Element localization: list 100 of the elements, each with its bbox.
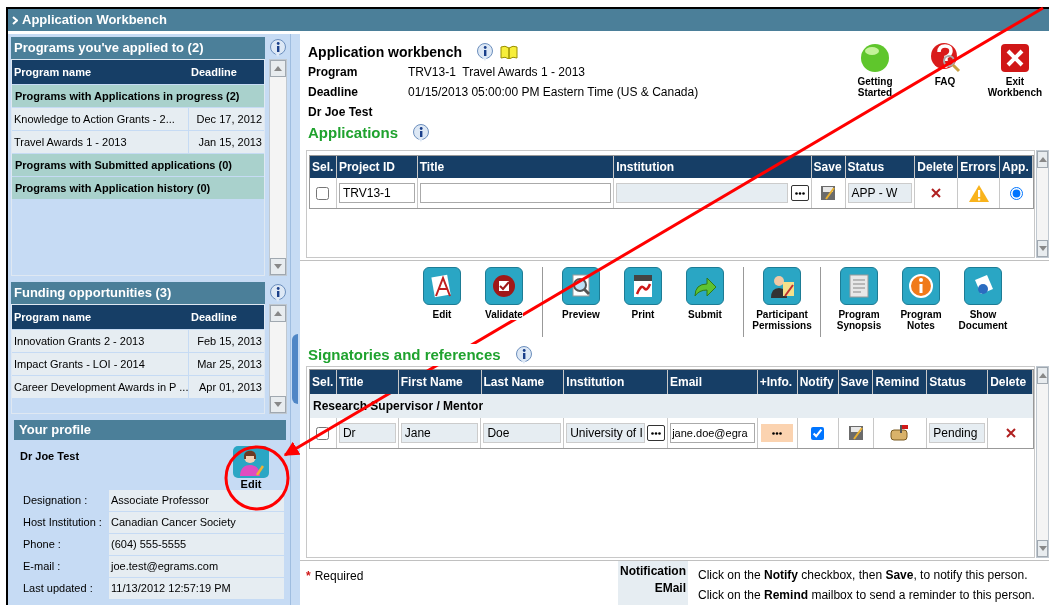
instruction-text: Click on the Remind mailbox to send a reminder to this person. bbox=[698, 587, 1035, 604]
submit-button[interactable]: Submit bbox=[675, 267, 735, 344]
scroll-down-button[interactable] bbox=[270, 258, 286, 275]
column-header[interactable]: Deadline bbox=[189, 63, 264, 81]
select-checkbox[interactable] bbox=[316, 186, 330, 200]
notification-label: Notification EMail bbox=[618, 561, 688, 605]
column-header: Delete bbox=[915, 156, 959, 178]
column-header: Remind bbox=[873, 370, 928, 394]
field-label: Designation : bbox=[23, 493, 89, 509]
more-button[interactable] bbox=[790, 185, 809, 201]
program-name-cell[interactable]: Travel Awards 1 - 2013 bbox=[12, 131, 189, 153]
down-arrow-icon bbox=[274, 402, 282, 407]
permissions-button[interactable]: Participant Permissions bbox=[752, 267, 812, 344]
info-icon[interactable] bbox=[269, 284, 287, 302]
institution-field[interactable]: University of I bbox=[566, 423, 646, 443]
deadline-cell: Dec 17, 2012 bbox=[189, 108, 264, 130]
column-header: Title bbox=[336, 370, 399, 394]
preview-button[interactable]: Preview bbox=[551, 267, 611, 344]
scrollbar[interactable] bbox=[1036, 150, 1049, 258]
question-magnifier-icon bbox=[929, 42, 961, 74]
program-name-cell[interactable]: Innovation Grants 2 - 2013 bbox=[12, 330, 189, 352]
field-value: TRV13-1 Travel Awards 1 - 2013 bbox=[408, 64, 585, 81]
notes-button[interactable]: Program Notes bbox=[891, 267, 951, 344]
getting-started-button[interactable]: Getting Started bbox=[845, 42, 905, 98]
group-row: Research Supervisor / Mentor bbox=[310, 394, 1033, 418]
deadline-cell: Feb 15, 2013 bbox=[189, 330, 264, 352]
column-header: +Info. bbox=[757, 370, 798, 394]
scroll-down-button[interactable] bbox=[1037, 240, 1048, 257]
notify-checkbox[interactable] bbox=[811, 426, 825, 440]
field-value: Canadian Cancer Society bbox=[109, 512, 284, 533]
mailbox-icon[interactable] bbox=[888, 424, 911, 442]
field-value: 01/15/2013 05:00:00 PM Eastern Time (US & Canada) bbox=[408, 84, 699, 101]
group-row[interactable]: Programs with Submitted applications (0) bbox=[12, 153, 264, 176]
scrollbar[interactable] bbox=[269, 304, 287, 414]
column-header: Status bbox=[845, 156, 916, 178]
column-header[interactable]: Program name bbox=[12, 308, 189, 326]
group-row[interactable]: Programs with Applications in progress (2) bbox=[12, 84, 264, 107]
group-row[interactable]: Programs with Application history (0) bbox=[12, 176, 264, 199]
close-icon bbox=[999, 42, 1031, 74]
up-arrow-icon bbox=[1038, 157, 1047, 162]
info-icon[interactable] bbox=[412, 124, 430, 142]
institution-field[interactable] bbox=[616, 183, 788, 203]
column-header: Save bbox=[811, 156, 846, 178]
field-label: Host Institution : bbox=[23, 515, 103, 531]
select-checkbox[interactable] bbox=[316, 426, 330, 440]
column-header: Errors bbox=[958, 156, 1001, 178]
ellipsis-icon bbox=[651, 431, 662, 435]
down-arrow-icon bbox=[1038, 546, 1047, 551]
synopsis-button[interactable]: Program Synopsis bbox=[829, 267, 889, 344]
delete-icon[interactable] bbox=[931, 188, 942, 198]
column-header: Notify bbox=[797, 370, 839, 394]
field-value: (604) 555-5555 bbox=[109, 534, 284, 555]
title-field[interactable] bbox=[419, 183, 612, 203]
column-header: Project ID bbox=[336, 156, 418, 178]
field-label: E-mail : bbox=[23, 559, 62, 575]
down-arrow-icon bbox=[1038, 246, 1047, 251]
panel-header: Funding opportunities (3) bbox=[11, 282, 265, 304]
required-mark: * bbox=[306, 568, 311, 585]
validate-button[interactable]: Validate bbox=[474, 267, 534, 344]
program-name-cell[interactable]: Knowledge to Action Grants - 2... bbox=[12, 108, 189, 130]
radio-button[interactable] bbox=[1010, 186, 1024, 200]
faq-button[interactable]: FAQ bbox=[915, 42, 975, 87]
info-icon[interactable] bbox=[476, 43, 494, 61]
section-title: Signatories and references bbox=[308, 343, 501, 367]
scrollbar[interactable] bbox=[1036, 366, 1049, 558]
scrollbar[interactable] bbox=[269, 59, 287, 276]
up-arrow-icon bbox=[1038, 373, 1047, 378]
info-icon[interactable] bbox=[269, 39, 287, 57]
project-id-field[interactable]: TRV13-1 bbox=[338, 183, 415, 203]
expand-icon bbox=[12, 15, 18, 25]
info-icon[interactable] bbox=[514, 346, 533, 364]
more-button[interactable] bbox=[647, 425, 666, 441]
column-header[interactable]: Deadline bbox=[189, 308, 264, 326]
more-info-button[interactable] bbox=[761, 424, 794, 442]
print-button[interactable]: Print bbox=[613, 267, 673, 344]
save-icon[interactable] bbox=[820, 185, 837, 201]
scroll-down-button[interactable] bbox=[270, 396, 286, 413]
field-value: joe.test@egrams.com bbox=[109, 556, 284, 577]
column-header: Status bbox=[927, 370, 989, 394]
scroll-down-button[interactable] bbox=[1037, 540, 1048, 557]
status-field: APP - W bbox=[847, 183, 913, 203]
document-button[interactable]: Show Document bbox=[953, 267, 1013, 344]
section-title: Applications bbox=[308, 122, 398, 143]
column-header[interactable]: Program name bbox=[12, 63, 189, 81]
person-edit-icon bbox=[238, 448, 264, 476]
scroll-up-button[interactable] bbox=[1037, 367, 1048, 384]
column-header: Institution bbox=[614, 156, 812, 178]
email-field[interactable]: jane.doe@egra bbox=[670, 423, 755, 443]
exit-button[interactable]: Exit Workbench bbox=[985, 42, 1045, 98]
program-name-cell[interactable]: Impact Grants - LOI - 2014 bbox=[12, 353, 189, 375]
column-header: Institution bbox=[564, 370, 668, 394]
first-name-field[interactable]: Jane bbox=[400, 423, 479, 443]
program-name-cell[interactable]: Career Development Awards in P ... bbox=[12, 376, 189, 398]
save-icon[interactable] bbox=[847, 425, 864, 441]
delete-icon[interactable] bbox=[1005, 428, 1016, 438]
scroll-up-button[interactable] bbox=[1037, 151, 1048, 168]
last-name-field[interactable]: Doe bbox=[483, 423, 562, 443]
title-field[interactable]: Dr bbox=[338, 423, 396, 443]
book-icon[interactable] bbox=[500, 45, 518, 59]
edit-button[interactable]: Edit bbox=[412, 267, 472, 344]
